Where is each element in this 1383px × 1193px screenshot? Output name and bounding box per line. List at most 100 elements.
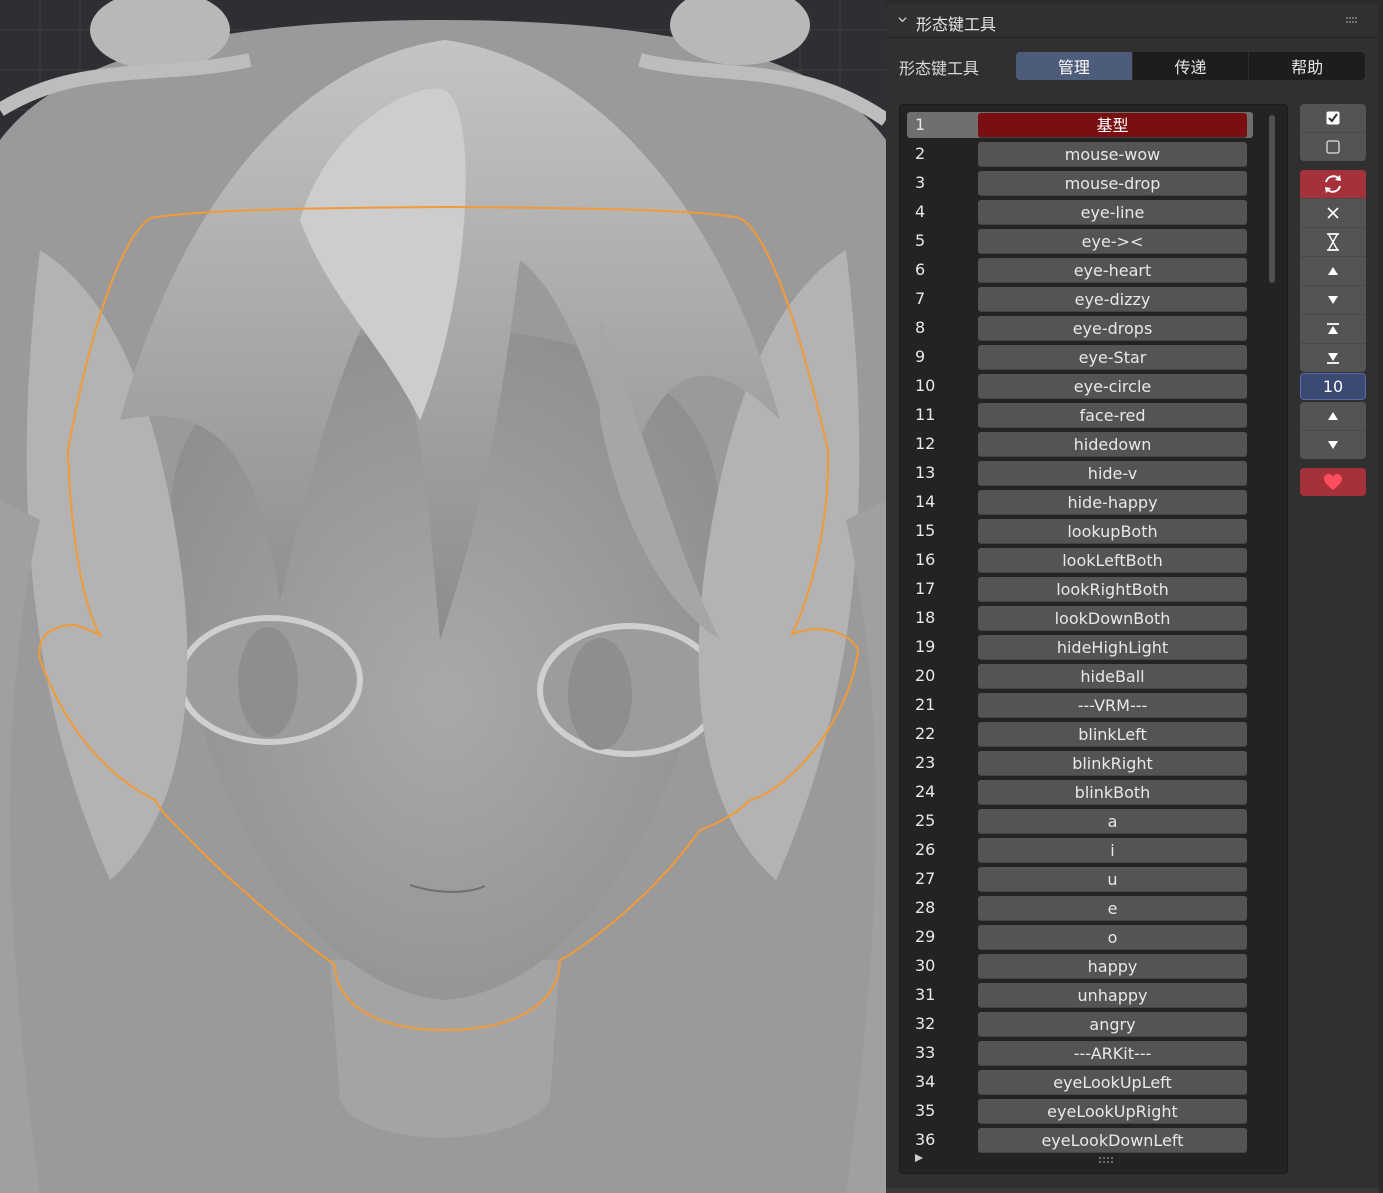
shape-key-row[interactable]: 28 e bbox=[907, 894, 1257, 923]
move-bottom-button[interactable] bbox=[1300, 344, 1366, 372]
shape-key-row[interactable]: 29 o bbox=[907, 923, 1257, 952]
shape-key-row[interactable]: 12 hidedown bbox=[907, 430, 1257, 459]
chevron-down-icon[interactable] bbox=[898, 15, 907, 24]
shape-key-row[interactable]: 27 u bbox=[907, 865, 1257, 894]
move-down-button[interactable] bbox=[1300, 286, 1366, 315]
shape-key-name-field[interactable]: face-red bbox=[978, 403, 1247, 428]
remove-button[interactable] bbox=[1300, 199, 1366, 228]
shape-key-name-field[interactable]: hide-v bbox=[978, 461, 1247, 486]
triangle-right-icon[interactable] bbox=[914, 1153, 924, 1163]
shape-key-name-field[interactable]: lookDownBoth bbox=[978, 606, 1247, 631]
shape-key-row[interactable]: 2 mouse-wow bbox=[907, 140, 1257, 169]
shape-key-row[interactable]: 31 unhappy bbox=[907, 981, 1257, 1010]
count-decrement-button[interactable] bbox=[1300, 431, 1366, 459]
shape-key-list[interactable]: 1 基型 2 mouse-wow 3 mouse-drop 4 eye-line 5 eye-><… bbox=[899, 104, 1288, 1174]
shape-key-row[interactable]: 4 eye-line bbox=[907, 198, 1257, 227]
shape-key-name-field[interactable]: e bbox=[978, 896, 1247, 921]
shape-key-name-field[interactable]: lookLeftBoth bbox=[978, 548, 1247, 573]
shape-key-name-field[interactable]: mouse-wow bbox=[978, 142, 1247, 167]
shape-key-index: 24 bbox=[915, 782, 936, 801]
panel-body: 形态键工具 管理 传递 帮助 1 基型 2 mouse-wow 3 mouse-drop 4… bbox=[886, 38, 1379, 1188]
shape-key-name-field[interactable]: eye-drops bbox=[978, 316, 1247, 341]
shape-key-name-field[interactable]: unhappy bbox=[978, 983, 1247, 1008]
shape-key-row[interactable]: 34 eyeLookUpLeft bbox=[907, 1068, 1257, 1097]
shape-key-row[interactable]: 10 eye-circle bbox=[907, 372, 1257, 401]
shape-key-name-field[interactable]: mouse-drop bbox=[978, 171, 1247, 196]
shape-key-name-field[interactable]: eye-Star bbox=[978, 345, 1247, 370]
scrollbar-thumb[interactable] bbox=[1269, 115, 1275, 283]
count-increment-button[interactable] bbox=[1300, 402, 1366, 431]
tab-transfer[interactable]: 传递 bbox=[1133, 52, 1250, 80]
shape-key-name-field[interactable]: eyeLookUpRight bbox=[978, 1099, 1247, 1124]
shape-key-row[interactable]: 36 eyeLookDownLeft bbox=[907, 1126, 1257, 1155]
shape-key-row[interactable]: 14 hide-happy bbox=[907, 488, 1257, 517]
shape-key-name-field[interactable]: hideHighLight bbox=[978, 635, 1247, 660]
shape-key-row[interactable]: 24 blinkBoth bbox=[907, 778, 1257, 807]
refresh-button[interactable] bbox=[1300, 170, 1366, 199]
shape-key-name-field[interactable]: eye-heart bbox=[978, 258, 1247, 283]
shape-key-name-field[interactable]: eyeLookUpLeft bbox=[978, 1070, 1247, 1095]
shape-key-name-field[interactable]: eye-dizzy bbox=[978, 287, 1247, 312]
3d-viewport[interactable] bbox=[0, 0, 886, 1193]
shape-key-row[interactable]: 19 hideHighLight bbox=[907, 633, 1257, 662]
shape-key-row[interactable]: 7 eye-dizzy bbox=[907, 285, 1257, 314]
shape-key-name-field[interactable]: eye->< bbox=[978, 229, 1247, 254]
shape-key-row[interactable]: 33 ---ARKit--- bbox=[907, 1039, 1257, 1068]
shape-key-name-field[interactable]: blinkRight bbox=[978, 751, 1247, 776]
shape-key-name-field[interactable]: a bbox=[978, 809, 1247, 834]
panel-header[interactable]: 形态键工具 bbox=[886, 4, 1379, 38]
resize-grip-icon[interactable] bbox=[1098, 1156, 1116, 1164]
tab-help[interactable]: 帮助 bbox=[1249, 52, 1365, 80]
shape-key-name-field[interactable]: hidedown bbox=[978, 432, 1247, 457]
shape-key-row[interactable]: 11 face-red bbox=[907, 401, 1257, 430]
shape-key-row[interactable]: 18 lookDownBoth bbox=[907, 604, 1257, 633]
shape-key-name-field[interactable]: lookRightBoth bbox=[978, 577, 1247, 602]
deselect-all-button[interactable] bbox=[1300, 133, 1366, 161]
shape-key-name-field[interactable]: u bbox=[978, 867, 1247, 892]
shape-key-name-field[interactable]: o bbox=[978, 925, 1247, 950]
shape-key-name-field[interactable]: eyeLookDownLeft bbox=[978, 1128, 1247, 1153]
favorite-button[interactable] bbox=[1300, 468, 1366, 496]
drag-grip-icon[interactable] bbox=[1345, 15, 1359, 25]
shape-key-row[interactable]: 15 lookupBoth bbox=[907, 517, 1257, 546]
shape-key-row[interactable]: 9 eye-Star bbox=[907, 343, 1257, 372]
shape-key-row[interactable]: 30 happy bbox=[907, 952, 1257, 981]
shape-key-name-field[interactable]: lookupBoth bbox=[978, 519, 1247, 544]
shape-key-row[interactable]: 20 hideBall bbox=[907, 662, 1257, 691]
shape-key-name-field[interactable]: i bbox=[978, 838, 1247, 863]
shape-key-row[interactable]: 21 ---VRM--- bbox=[907, 691, 1257, 720]
shape-key-name-field[interactable]: eye-circle bbox=[978, 374, 1247, 399]
shape-key-row[interactable]: 3 mouse-drop bbox=[907, 169, 1257, 198]
shape-key-name-field[interactable]: hideBall bbox=[978, 664, 1247, 689]
shape-key-index: 31 bbox=[915, 985, 936, 1004]
shape-key-row[interactable]: 25 a bbox=[907, 807, 1257, 836]
shape-key-name-field[interactable]: happy bbox=[978, 954, 1247, 979]
favorite-button-group bbox=[1300, 468, 1366, 496]
select-all-button[interactable] bbox=[1300, 104, 1366, 133]
shape-key-row[interactable]: 13 hide-v bbox=[907, 459, 1257, 488]
shape-key-row[interactable]: 32 angry bbox=[907, 1010, 1257, 1039]
shape-key-row[interactable]: 16 lookLeftBoth bbox=[907, 546, 1257, 575]
shape-key-row[interactable]: 23 blinkRight bbox=[907, 749, 1257, 778]
hourglass-button[interactable] bbox=[1300, 228, 1366, 257]
shape-key-name-field[interactable]: ---ARKit--- bbox=[978, 1041, 1247, 1066]
shape-key-name-field[interactable]: eye-line bbox=[978, 200, 1247, 225]
shape-key-name-field[interactable]: hide-happy bbox=[978, 490, 1247, 515]
shape-key-row[interactable]: 5 eye->< bbox=[907, 227, 1257, 256]
shape-key-row[interactable]: 17 lookRightBoth bbox=[907, 575, 1257, 604]
shape-key-name-field[interactable]: blinkLeft bbox=[978, 722, 1247, 747]
tab-manage[interactable]: 管理 bbox=[1016, 52, 1133, 80]
shape-key-row[interactable]: 6 eye-heart bbox=[907, 256, 1257, 285]
move-top-button[interactable] bbox=[1300, 315, 1366, 344]
move-up-button[interactable] bbox=[1300, 257, 1366, 286]
shape-key-row[interactable]: 1 基型 bbox=[907, 111, 1257, 140]
shape-key-name-field[interactable]: blinkBoth bbox=[978, 780, 1247, 805]
shape-key-row[interactable]: 35 eyeLookUpRight bbox=[907, 1097, 1257, 1126]
shape-key-name-field[interactable]: angry bbox=[978, 1012, 1247, 1037]
shape-key-row[interactable]: 8 eye-drops bbox=[907, 314, 1257, 343]
shape-key-row[interactable]: 22 blinkLeft bbox=[907, 720, 1257, 749]
shape-key-row[interactable]: 26 i bbox=[907, 836, 1257, 865]
shape-key-name-field[interactable]: ---VRM--- bbox=[978, 693, 1247, 718]
shape-key-name-field[interactable]: 基型 bbox=[978, 113, 1247, 138]
count-field[interactable]: 10 bbox=[1300, 373, 1366, 400]
